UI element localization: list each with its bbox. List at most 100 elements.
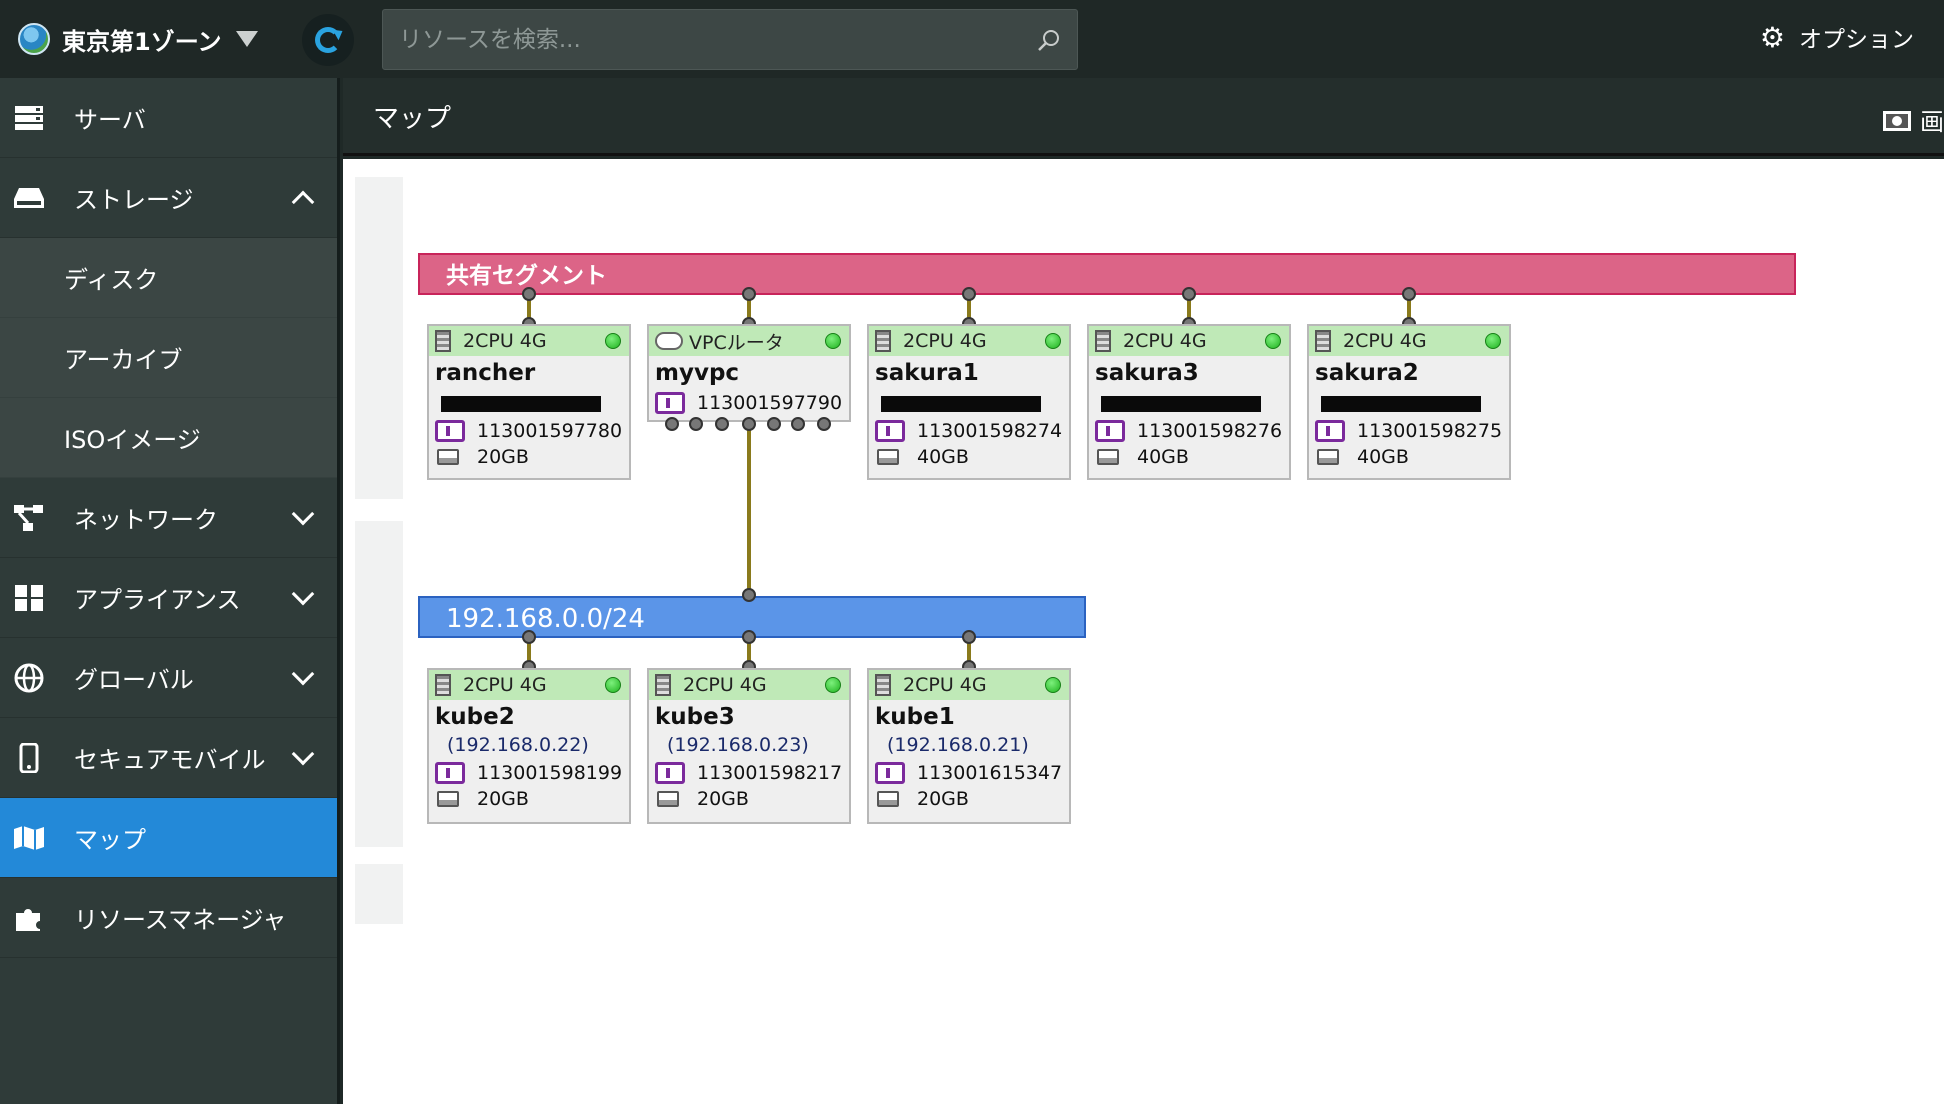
node-disk-row: 20GB — [869, 786, 1069, 812]
server-node-sakura3[interactable]: 2CPU 4G sakura3 113001598276 40GB — [1087, 324, 1291, 480]
caret-down-icon — [235, 31, 258, 47]
zone-selector[interactable]: 東京第1ゾーン — [18, 18, 258, 60]
node-header: VPCルータ — [649, 326, 849, 356]
sidebar-item-network[interactable]: ネットワーク — [0, 478, 337, 558]
search-icon[interactable] — [1037, 28, 1061, 52]
node-header: 2CPU 4G — [1309, 326, 1509, 356]
search-box — [382, 9, 1078, 70]
sidebar-item-resource-manager[interactable]: リソースマネージャ — [0, 878, 337, 958]
server-node-sakura1[interactable]: 2CPU 4G sakura1 113001598274 40GB — [867, 324, 1071, 480]
globe-icon — [18, 23, 50, 55]
status-indicator — [605, 677, 621, 693]
node-id-row: 113001597780 — [429, 418, 629, 444]
status-indicator — [825, 333, 841, 349]
node-disk: 40GB — [1137, 446, 1189, 468]
appliance-icon — [12, 583, 46, 613]
node-disk-row: 20GB — [429, 444, 629, 470]
disk-icon — [1317, 449, 1339, 465]
sidebar-item-server[interactable]: サーバ — [0, 78, 337, 158]
node-id-row: 113001597790 — [649, 390, 849, 416]
node-id-row: 113001615347 — [869, 760, 1069, 786]
refresh-icon — [315, 27, 341, 53]
node-spec: 2CPU 4G — [903, 674, 987, 696]
storage-icon — [12, 183, 46, 213]
sidebar-item-map[interactable]: マップ — [0, 798, 337, 878]
sidebar-item-global[interactable]: グローバル — [0, 638, 337, 718]
node-name: rancher — [435, 360, 536, 386]
status-indicator — [605, 333, 621, 349]
puzzle-icon — [12, 903, 46, 933]
disk-icon — [657, 791, 679, 807]
sidebar-subitem-disk[interactable]: ディスク — [0, 238, 337, 318]
node-id-row: 113001598275 — [1309, 418, 1509, 444]
node-ip: (192.168.0.21) — [887, 734, 1029, 756]
redacted-ip — [1101, 396, 1261, 412]
redacted-ip — [1321, 396, 1481, 412]
node-id-row: 113001598274 — [869, 418, 1069, 444]
map-canvas: 共有セグメント 192.168.0.0/24 2CPU 4G rancher 1… — [343, 159, 1944, 1104]
screenshot-icon — [1883, 110, 1911, 131]
nic-port[interactable] — [742, 588, 756, 602]
sidebar-subitem-label: アーカイブ — [64, 346, 183, 374]
sidebar-item-appliance[interactable]: アプライアンス — [0, 558, 337, 638]
server-node-rancher[interactable]: 2CPU 4G rancher 113001597780 20GB — [427, 324, 631, 480]
shared-segment-switch[interactable]: 共有セグメント — [418, 253, 1796, 295]
node-id-row: 113001598199 — [429, 760, 629, 786]
sidebar-subitem-iso[interactable]: ISOイメージ — [0, 398, 337, 478]
server-node-kube1[interactable]: 2CPU 4G kube1 (192.168.0.21) 11300161534… — [867, 668, 1071, 824]
node-spec: 2CPU 4G — [463, 330, 547, 352]
node-disk: 20GB — [917, 788, 969, 810]
node-name: myvpc — [655, 360, 740, 386]
router-port[interactable] — [715, 417, 729, 431]
nic-port[interactable] — [522, 630, 536, 644]
sidebar-item-label: リソースマネージャ — [74, 906, 287, 934]
sidebar-item-label: セキュアモバイル — [74, 746, 266, 774]
node-id: 113001615347 — [917, 762, 1063, 784]
status-indicator — [1265, 333, 1281, 349]
server-icon — [435, 330, 451, 352]
node-header: 2CPU 4G — [869, 670, 1069, 700]
header-tools[interactable]: 画 — [1882, 102, 1944, 137]
nic-port[interactable] — [962, 630, 976, 644]
options-label: オプション — [1799, 27, 1914, 53]
nic-port[interactable] — [962, 287, 976, 301]
nic-port[interactable] — [1402, 287, 1416, 301]
sidebar-subitem-archive[interactable]: アーカイブ — [0, 318, 337, 398]
nic-port[interactable] — [1182, 287, 1196, 301]
node-disk: 40GB — [917, 446, 969, 468]
options-button[interactable]: ⚙ オプション — [1760, 20, 1914, 54]
disk-icon — [437, 791, 459, 807]
search-input[interactable] — [383, 10, 1023, 69]
sidebar-item-label: サーバ — [74, 106, 146, 134]
router-port[interactable] — [791, 417, 805, 431]
cloud-icon — [655, 332, 683, 350]
mobile-icon — [12, 742, 46, 773]
nic-port[interactable] — [522, 287, 536, 301]
router-port[interactable] — [767, 417, 781, 431]
nic-port[interactable] — [742, 287, 756, 301]
status-indicator — [1045, 333, 1061, 349]
sidebar-item-secure-mobile[interactable]: セキュアモバイル — [0, 718, 337, 798]
sidebar-item-storage[interactable]: ストレージ — [0, 158, 337, 238]
router-port[interactable] — [817, 417, 831, 431]
node-name: sakura3 — [1095, 360, 1199, 386]
refresh-button[interactable] — [302, 14, 354, 66]
node-id: 113001598199 — [477, 762, 623, 784]
redacted-ip — [441, 396, 601, 412]
chevron-up-icon — [291, 190, 315, 214]
router-port[interactable] — [689, 417, 703, 431]
nic-port[interactable] — [742, 630, 756, 644]
server-icon — [12, 103, 46, 133]
server-node-sakura2[interactable]: 2CPU 4G sakura2 113001598275 40GB — [1307, 324, 1511, 480]
server-node-kube3[interactable]: 2CPU 4G kube3 (192.168.0.23) 11300159821… — [647, 668, 851, 824]
status-indicator — [1485, 333, 1501, 349]
node-id: 113001598275 — [1357, 420, 1503, 442]
router-port[interactable] — [665, 417, 679, 431]
router-port[interactable] — [742, 417, 756, 431]
router-node-myvpc[interactable]: VPCルータ myvpc 113001597790 — [647, 324, 851, 422]
id-icon — [435, 420, 465, 442]
server-node-kube2[interactable]: 2CPU 4G kube2 (192.168.0.22) 11300159819… — [427, 668, 631, 824]
zone-name: 東京第1ゾーン — [62, 27, 222, 56]
node-disk: 20GB — [477, 788, 529, 810]
server-icon — [875, 674, 891, 696]
